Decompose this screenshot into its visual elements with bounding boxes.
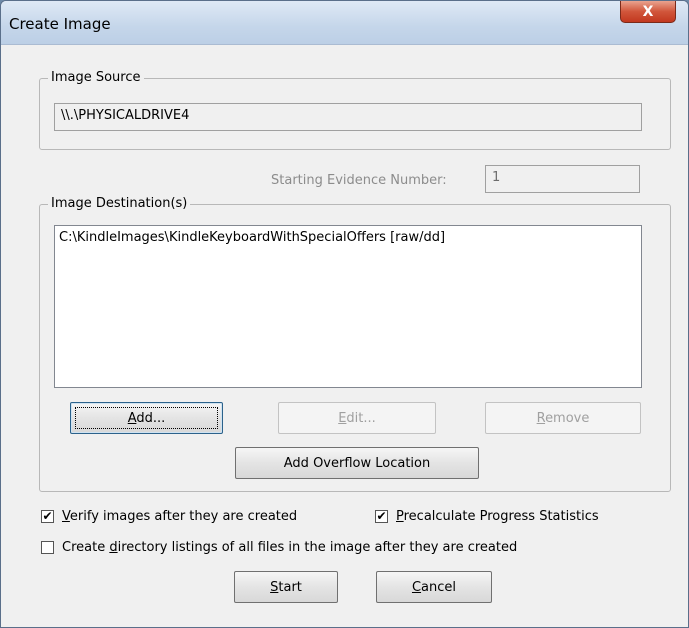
- list-item[interactable]: C:\KindleImages\KindleKeyboardWithSpecia…: [59, 230, 637, 246]
- precalculate-progress-label: Precalculate Progress Statistics: [396, 509, 599, 524]
- create-image-dialog: Create Image X Image Source \\.\PHYSICAL…: [0, 0, 689, 628]
- precalculate-progress-option[interactable]: ✔ Precalculate Progress Statistics: [375, 509, 599, 524]
- start-button-label: Start: [270, 579, 302, 595]
- window-title: Create Image: [9, 15, 111, 33]
- destination-list[interactable]: C:\KindleImages\KindleKeyboardWithSpecia…: [54, 225, 642, 388]
- edit-button-label: Edit...: [338, 410, 376, 426]
- cancel-button-label: Cancel: [411, 579, 457, 595]
- start-button[interactable]: Start: [234, 571, 338, 603]
- verify-images-checkbox[interactable]: ✔: [41, 510, 54, 523]
- directory-listings-label: Create directory listings of all files i…: [62, 540, 518, 555]
- image-source-group: Image Source \\.\PHYSICALDRIVE4: [39, 70, 671, 150]
- starting-evidence-label: Starting Evidence Number:: [271, 173, 447, 188]
- add-overflow-location-button[interactable]: Add Overflow Location: [235, 447, 479, 479]
- cancel-button[interactable]: Cancel: [376, 571, 492, 603]
- image-source-value: \\.\PHYSICALDRIVE4: [61, 108, 190, 123]
- precalculate-progress-checkbox[interactable]: ✔: [375, 510, 388, 523]
- remove-button-label: Remove: [536, 410, 590, 426]
- add-button[interactable]: Add...: [70, 402, 223, 434]
- close-button[interactable]: X: [620, 1, 676, 23]
- image-destination-group: Image Destination(s) C:\KindleImages\Kin…: [39, 196, 671, 492]
- verify-images-option[interactable]: ✔ Verify images after they are created: [41, 509, 297, 524]
- image-destination-legend: Image Destination(s): [48, 196, 191, 212]
- starting-evidence-value: 1: [492, 170, 501, 185]
- edit-button[interactable]: Edit...: [278, 402, 436, 434]
- directory-listings-option[interactable]: Create directory listings of all files i…: [41, 540, 517, 555]
- focus-rectangle: [75, 407, 218, 429]
- title-bar[interactable]: Create Image X: [1, 1, 688, 45]
- directory-listings-checkbox[interactable]: [41, 541, 54, 554]
- remove-button[interactable]: Remove: [485, 402, 641, 434]
- dialog-client-area: Image Source \\.\PHYSICALDRIVE4 Starting…: [9, 46, 680, 621]
- add-overflow-location-label: Add Overflow Location: [283, 455, 431, 471]
- image-source-field: \\.\PHYSICALDRIVE4: [54, 103, 642, 131]
- verify-images-label: Verify images after they are created: [62, 509, 298, 524]
- image-source-legend: Image Source: [48, 70, 144, 86]
- starting-evidence-field: 1: [485, 165, 640, 193]
- close-icon: X: [642, 3, 654, 20]
